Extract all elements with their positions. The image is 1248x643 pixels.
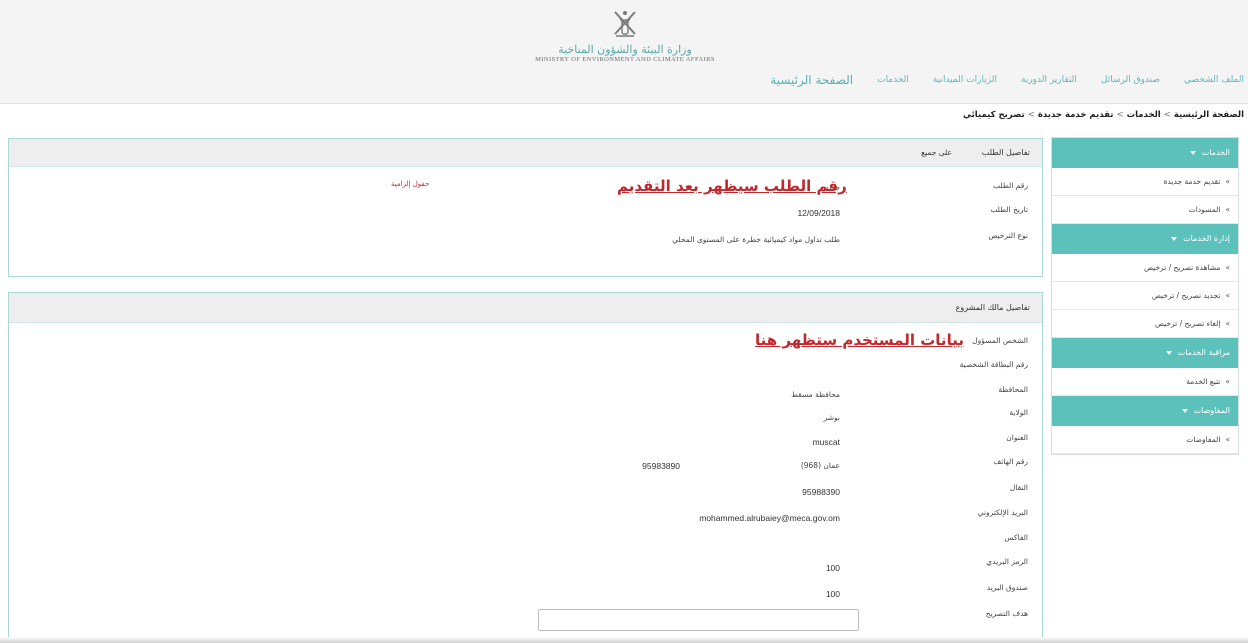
logo-english-text: MINISTRY OF ENVIRONMENT AND CLIMATE AFFA… bbox=[535, 56, 715, 63]
address-label: العنوان bbox=[1006, 433, 1028, 442]
sidebar-item-label: تجديد تصريح / ترخيص bbox=[1151, 291, 1221, 300]
nav-profile[interactable]: الملف الشخصي bbox=[1184, 75, 1244, 85]
sidebar-section-negotiations[interactable]: المفاوضات bbox=[1052, 396, 1238, 426]
sidebar-item-label: إلغاء تصريح / ترخيص bbox=[1154, 319, 1221, 328]
ministry-logo[interactable]: وزارة البيئة والشؤون المناخية MINISTRY O… bbox=[530, 8, 720, 72]
nav-inbox[interactable]: صندوق الرسائل bbox=[1101, 75, 1160, 85]
wilayat-value: بوشر bbox=[823, 413, 840, 422]
id-card-number-label: رقم البطاقة الشخصية bbox=[959, 360, 1028, 369]
sidebar-item-label: المفاوضات bbox=[1186, 435, 1221, 444]
sidebar-item-label: المسودات bbox=[1188, 205, 1221, 214]
governorate-value: محافظة مسقط bbox=[791, 390, 840, 399]
license-type-value: طلب تداول مواد كيميائية خطرة على المستوى… bbox=[672, 235, 840, 244]
double-chevron-icon: » bbox=[1225, 205, 1230, 214]
double-chevron-icon: » bbox=[1225, 319, 1230, 328]
panel-title: تفاصيل مالك المشروع bbox=[955, 303, 1030, 312]
postal-code-value: 100 bbox=[825, 563, 840, 573]
user-data-annotation: بيانات المستخدم ستظهر هنا bbox=[755, 331, 964, 349]
caret-down-icon bbox=[1165, 350, 1172, 355]
governorate-label: المحافظة bbox=[998, 385, 1028, 394]
breadcrumb-new-service[interactable]: تقديم خدمة جديدة bbox=[1038, 110, 1114, 120]
nav-services[interactable]: الخدمات bbox=[877, 75, 909, 85]
po-box-value: 100 bbox=[825, 589, 840, 599]
nav-home[interactable]: الصفحة الرئيسية bbox=[770, 73, 853, 87]
double-chevron-icon: » bbox=[1225, 435, 1230, 444]
sidebar-section-label: إدارة الخدمات bbox=[1183, 234, 1230, 243]
request-date-value: 12/09/2018 bbox=[797, 208, 840, 218]
sidebar-item-drafts[interactable]: » المسودات bbox=[1052, 196, 1238, 224]
caret-down-icon bbox=[1181, 408, 1188, 413]
license-type-label: نوع الترخيص bbox=[988, 231, 1028, 240]
postal-code-label: الرمز البريدي bbox=[986, 557, 1028, 566]
po-box-label: صندوق البريد bbox=[986, 583, 1028, 592]
sidebar-item-label: مشاهدة تصريح / ترخيص bbox=[1143, 263, 1221, 272]
phone-number-value: 95983890 bbox=[642, 461, 680, 471]
phone-country-code: عمان (968) bbox=[800, 461, 840, 470]
email-label: البريد الإلكتروني bbox=[977, 508, 1028, 517]
request-details-panel: تفاصيل الطلب على جميع رقم الطلب جديد رقم… bbox=[8, 138, 1043, 277]
double-chevron-icon: » bbox=[1225, 263, 1230, 272]
sidebar-item-negotiations[interactable]: » المفاوضات bbox=[1052, 426, 1238, 454]
double-chevron-icon: » bbox=[1225, 177, 1230, 186]
request-date-label: تاريخ الطلب bbox=[990, 205, 1028, 214]
wilayat-label: الولاية bbox=[1009, 408, 1028, 417]
request-number-annotation: رقم الطلب سيظهر بعد التقديم bbox=[617, 177, 847, 195]
caret-down-icon bbox=[1171, 236, 1178, 241]
breadcrumb-separator: > bbox=[1163, 110, 1171, 120]
project-owner-panel: تفاصيل مالك المشروع بيانات المستخدم ستظه… bbox=[8, 292, 1043, 643]
breadcrumb-chemical-permit: تصريح كيميائي bbox=[963, 110, 1025, 120]
double-chevron-icon: » bbox=[1225, 377, 1230, 386]
email-value: mohammed.alrubaiey@meca.gov.om bbox=[699, 513, 840, 523]
oman-emblem-icon bbox=[614, 11, 636, 37]
breadcrumb-separator: > bbox=[1027, 110, 1035, 120]
panel-header: تفاصيل مالك المشروع bbox=[9, 293, 1042, 323]
caret-down-icon bbox=[1189, 150, 1196, 155]
mobile-value: 95988390 bbox=[802, 487, 840, 497]
request-number-label: رقم الطلب bbox=[993, 181, 1028, 190]
sidebar-section-label: الخدمات bbox=[1201, 148, 1230, 157]
sidebar-item-label: تقديم خدمة جديدة bbox=[1163, 177, 1221, 186]
sidebar-section-services[interactable]: الخدمات bbox=[1052, 138, 1238, 168]
sidebar-item-new-service[interactable]: » تقديم خدمة جديدة bbox=[1052, 168, 1238, 196]
responsible-person-label: الشخص المسؤول bbox=[972, 336, 1028, 345]
panel-subtitle: على جميع bbox=[921, 148, 952, 157]
fax-label: الفاكس bbox=[1004, 533, 1028, 542]
nav-field-visits[interactable]: الزيارات الميدانية bbox=[933, 75, 997, 85]
sidebar-section-label: المفاوضات bbox=[1193, 406, 1230, 415]
breadcrumb-home[interactable]: الصفحة الرئيسية bbox=[1174, 110, 1244, 120]
sidebar-section-monitor-services[interactable]: مراقبة الخدمات bbox=[1052, 338, 1238, 368]
nav-periodic-reports[interactable]: التقارير الدورية bbox=[1021, 75, 1077, 85]
services-sidebar: الخدمات » تقديم خدمة جديدة » المسودات إدار… bbox=[1051, 137, 1239, 455]
breadcrumb-services[interactable]: الخدمات bbox=[1127, 110, 1161, 120]
sidebar-section-manage-services[interactable]: إدارة الخدمات bbox=[1052, 224, 1238, 254]
address-value: muscat bbox=[812, 437, 840, 447]
breadcrumb-separator: > bbox=[1116, 110, 1124, 120]
permit-purpose-label: هدف التصريح bbox=[985, 609, 1028, 618]
window-bottom-edge bbox=[0, 637, 1248, 643]
site-header: وزارة البيئة والشؤون المناخية MINISTRY O… bbox=[0, 0, 1248, 104]
sidebar-item-view-permit[interactable]: » مشاهدة تصريح / ترخيص bbox=[1052, 254, 1238, 282]
breadcrumb: الصفحة الرئيسية>الخدمات>تقديم خدمة جديدة… bbox=[963, 110, 1244, 120]
panel-header: تفاصيل الطلب على جميع bbox=[9, 139, 1042, 167]
sidebar-section-label: مراقبة الخدمات bbox=[1177, 348, 1230, 357]
sidebar-item-track-service[interactable]: » تتبع الخدمة bbox=[1052, 368, 1238, 396]
mobile-label: النقال bbox=[1009, 483, 1028, 492]
mandatory-fields-link[interactable]: حقول إلزامية bbox=[391, 180, 429, 188]
main-nav: الصفحة الرئيسية الخدمات الزيارات الميدان… bbox=[742, 66, 1248, 94]
double-chevron-icon: » bbox=[1225, 291, 1230, 300]
logo-arabic-text: وزارة البيئة والشؤون المناخية bbox=[558, 43, 692, 56]
panel-title: تفاصيل الطلب bbox=[981, 148, 1030, 157]
sidebar-item-cancel-permit[interactable]: » إلغاء تصريح / ترخيص bbox=[1052, 310, 1238, 338]
permit-purpose-input[interactable] bbox=[538, 609, 859, 631]
sidebar-item-label: تتبع الخدمة bbox=[1186, 377, 1221, 386]
phone-number-label: رقم الهاتف bbox=[993, 457, 1028, 466]
sidebar-item-renew-permit[interactable]: » تجديد تصريح / ترخيص bbox=[1052, 282, 1238, 310]
